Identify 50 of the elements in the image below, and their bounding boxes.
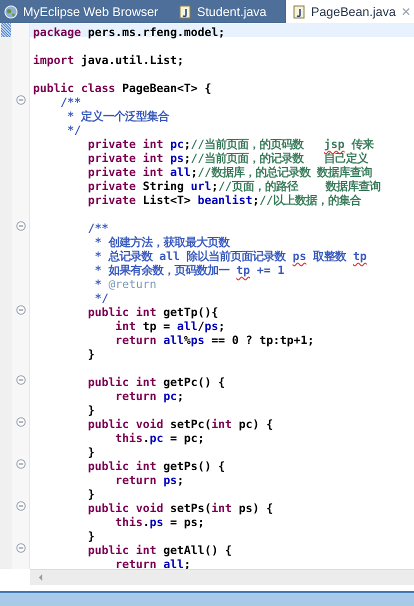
code-line: /** (86, 221, 108, 235)
code-line: public int getPs() { (86, 459, 226, 473)
code-line: private int all;//数据库，的总记录数 数据库查询 (86, 165, 372, 179)
horizontal-scrollbar[interactable] (30, 569, 414, 585)
code-line: } (86, 487, 95, 501)
code-line: private List<T> beanlist;//以上数据，的集合 (86, 193, 362, 207)
collapse-icon[interactable] (16, 543, 26, 553)
code-line: public int getAll() { (86, 543, 232, 557)
code-line: return pc; (114, 389, 184, 403)
editor-tab[interactable]: MyEclipse Web Browser (0, 0, 170, 23)
code-line: public int getPc() { (86, 375, 226, 389)
java-file-icon (178, 4, 192, 18)
collapse-icon[interactable] (16, 459, 26, 469)
code-line: int tp = all/ps; (114, 319, 226, 333)
code-line: } (86, 347, 95, 361)
code-line: /** (59, 95, 82, 109)
code-line: return all%ps == 0 ? tp:tp+1; (114, 333, 314, 347)
code-line: return ps; (114, 473, 184, 487)
code-line: * 总记录数 all 除以当前页面记录数 ps 取整数 tp (94, 249, 367, 263)
code-line: private int pc;//当前页面，的页码数 jsp 传来 (86, 137, 374, 151)
collapse-icon[interactable] (16, 305, 26, 315)
code-line: public void setPs(int ps) { (86, 501, 274, 515)
code-line: public int getTp(){ (86, 305, 218, 319)
collapse-icon[interactable] (16, 221, 26, 231)
code-line: * 定义一个泛型集合 (66, 109, 170, 123)
java-file-icon (292, 4, 306, 18)
code-line: } (86, 445, 95, 459)
code-line: private int ps;//当前页面，的记录数 自己定义 (86, 151, 368, 165)
code-line: package pers.ms.rfeng.model; (33, 25, 226, 39)
code-line: private String url;//页面，的路径 数据库查询 (86, 179, 380, 193)
code-line: import java.util.List; (33, 53, 184, 67)
collapse-icon[interactable] (16, 95, 26, 105)
code-line: } (86, 529, 95, 543)
code-line: * @return (94, 277, 156, 291)
globe-icon (4, 4, 18, 18)
code-line: * 创建方法，获取最大页数 (94, 235, 230, 249)
code-line: public class PageBean<T> { (33, 81, 212, 95)
collapse-icon[interactable] (16, 375, 26, 385)
code-line: * 如果有余数，页码数加一 tp += 1 (94, 263, 284, 277)
code-line: this.ps = ps; (114, 515, 204, 529)
collapse-icon[interactable] (16, 417, 26, 427)
code-editor[interactable] (0, 23, 414, 569)
code-line: */ (66, 123, 82, 137)
code-line: */ (94, 291, 108, 305)
collapse-icon[interactable] (16, 501, 26, 511)
editor-tab[interactable]: PageBean.java ✕ (286, 0, 414, 23)
code-line: public void setPc(int pc) { (86, 417, 274, 431)
editor-tab[interactable]: Student.java (170, 0, 286, 23)
code-line: this.pc = pc; (114, 431, 204, 445)
code-line: } (86, 403, 95, 417)
